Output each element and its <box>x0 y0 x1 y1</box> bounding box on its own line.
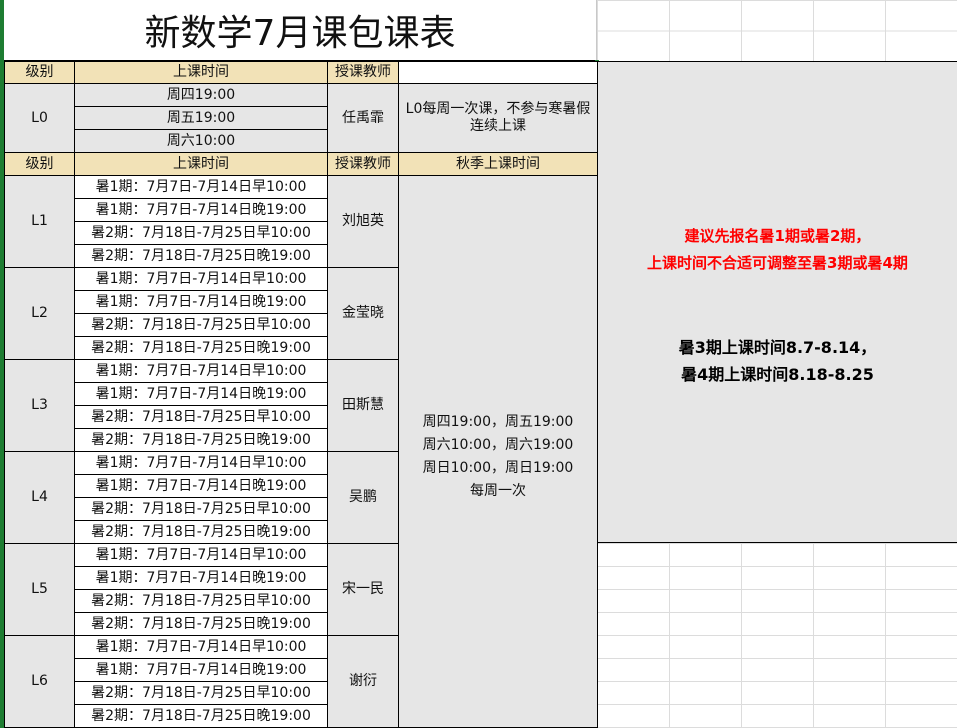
header-fall-time[interactable]: 秋季上课时间 <box>398 152 598 176</box>
teacher-l6[interactable]: 谢衍 <box>327 635 399 728</box>
page-title[interactable]: 新数学7月课包课表 <box>4 0 597 61</box>
session-cell[interactable]: 暑2期：7月18日-7月25日早10:00 <box>74 589 328 613</box>
session-cell[interactable]: 暑2期：7月18日-7月25日早10:00 <box>74 221 328 245</box>
session-cell[interactable]: 暑1期：7月7日-7月14日早10:00 <box>74 267 328 291</box>
note-black-line-1: 暑3期上课时间8.7-8.14， <box>678 338 877 357</box>
session-cell[interactable]: 暑1期：7月7日-7月14日早10:00 <box>74 175 328 199</box>
session-cell[interactable]: 暑1期：7月7日-7月14日晚19:00 <box>74 658 328 682</box>
session-cell[interactable]: 暑2期：7月18日-7月25日晚19:00 <box>74 428 328 452</box>
level-l1[interactable]: L1 <box>4 175 75 268</box>
teacher-l5[interactable]: 宋一民 <box>327 543 399 636</box>
empty-cells-top[interactable] <box>597 0 957 61</box>
l0-time-3[interactable]: 周六10:00 <box>74 129 328 153</box>
session-cell[interactable]: 暑2期：7月18日-7月25日早10:00 <box>74 497 328 521</box>
empty-cells-bottom[interactable] <box>597 543 957 728</box>
teacher-l3[interactable]: 田斯慧 <box>327 359 399 452</box>
session-cell[interactable]: 暑2期：7月18日-7月25日早10:00 <box>74 313 328 337</box>
header-teacher[interactable]: 授课教师 <box>327 61 399 84</box>
level-l0[interactable]: L0 <box>4 83 75 153</box>
note-black-line-2: 暑4期上课时间8.18-8.25 <box>681 365 874 384</box>
fall-time-line-1: 周四19:00，周五19:00 <box>422 413 574 430</box>
spreadsheet: 新数学7月课包课表 级别 上课时间 授课教师 L0 周四19:00 周五19:0… <box>0 0 957 728</box>
session-cell[interactable]: 暑1期：7月7日-7月14日晚19:00 <box>74 290 328 314</box>
l0-time-1[interactable]: 周四19:00 <box>74 83 328 107</box>
session-cell[interactable]: 暑1期：7月7日-7月14日晚19:00 <box>74 198 328 222</box>
header-empty[interactable] <box>398 61 598 84</box>
header-time-2[interactable]: 上课时间 <box>74 152 328 176</box>
level-l3[interactable]: L3 <box>4 359 75 452</box>
fall-time-cell[interactable]: 周四19:00，周五19:00 周六10:00，周六19:00 周日10:00，… <box>398 175 598 728</box>
l0-teacher[interactable]: 任禹霏 <box>327 83 399 153</box>
note-red-line-2: 上课时间不合适可调整至暑3期或暑4期 <box>647 254 908 272</box>
session-cell[interactable]: 暑1期：7月7日-7月14日早10:00 <box>74 451 328 475</box>
header-teacher-2[interactable]: 授课教师 <box>327 152 399 176</box>
fall-time-line-4: 每周一次 <box>470 482 526 499</box>
l0-note[interactable]: L0每周一次课，不参与寒暑假连续上课 <box>398 83 598 153</box>
session-cell[interactable]: 暑2期：7月18日-7月25日晚19:00 <box>74 612 328 636</box>
session-cell[interactable]: 暑1期：7月7日-7月14日早10:00 <box>74 543 328 567</box>
note-red-line-1: 建议先报名暑1期或暑2期， <box>684 227 871 245</box>
session-cell[interactable]: 暑2期：7月18日-7月25日晚19:00 <box>74 336 328 360</box>
level-l5[interactable]: L5 <box>4 543 75 636</box>
session-cell[interactable]: 暑1期：7月7日-7月14日早10:00 <box>74 359 328 383</box>
session-cell[interactable]: 暑1期：7月7日-7月14日晚19:00 <box>74 474 328 498</box>
session-cell[interactable]: 暑2期：7月18日-7月25日早10:00 <box>74 681 328 705</box>
header-time[interactable]: 上课时间 <box>74 61 328 84</box>
teacher-l2[interactable]: 金莹晓 <box>327 267 399 360</box>
header-level-2[interactable]: 级别 <box>4 152 75 176</box>
level-l4[interactable]: L4 <box>4 451 75 544</box>
session-cell[interactable]: 暑2期：7月18日-7月25日早10:00 <box>74 405 328 429</box>
session-cell[interactable]: 暑2期：7月18日-7月25日晚19:00 <box>74 520 328 544</box>
notes-cell[interactable]: 建议先报名暑1期或暑2期， 上课时间不合适可调整至暑3期或暑4期 暑3期上课时间… <box>597 61 957 543</box>
fall-time-line-2: 周六10:00，周六19:00 <box>422 436 574 453</box>
teacher-l4[interactable]: 吴鹏 <box>327 451 399 544</box>
level-l6[interactable]: L6 <box>4 635 75 728</box>
teacher-l1[interactable]: 刘旭英 <box>327 175 399 268</box>
session-cell[interactable]: 暑1期：7月7日-7月14日晚19:00 <box>74 566 328 590</box>
session-cell[interactable]: 暑1期：7月7日-7月14日晚19:00 <box>74 382 328 406</box>
fall-time-line-3: 周日10:00，周日19:00 <box>422 459 574 476</box>
header-level[interactable]: 级别 <box>4 61 75 84</box>
level-l2[interactable]: L2 <box>4 267 75 360</box>
l0-time-2[interactable]: 周五19:00 <box>74 106 328 130</box>
session-cell[interactable]: 暑2期：7月18日-7月25日晚19:00 <box>74 244 328 268</box>
session-cell[interactable]: 暑1期：7月7日-7月14日早10:00 <box>74 635 328 659</box>
session-cell[interactable]: 暑2期：7月18日-7月25日晚19:00 <box>74 704 328 728</box>
